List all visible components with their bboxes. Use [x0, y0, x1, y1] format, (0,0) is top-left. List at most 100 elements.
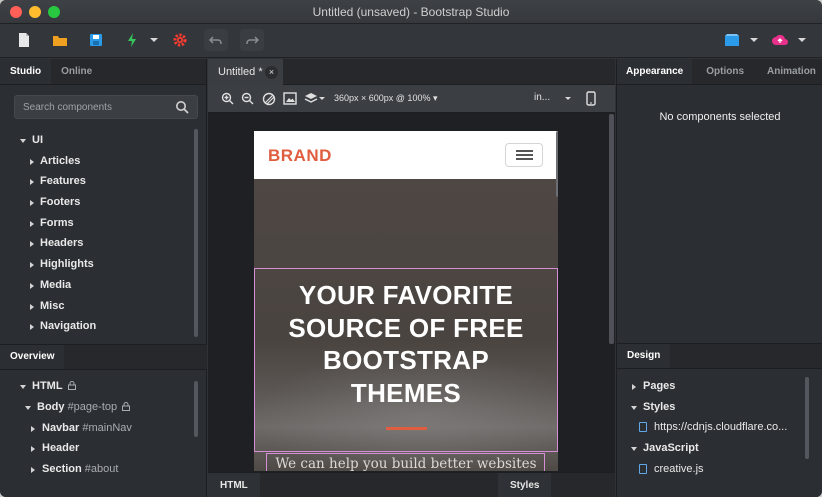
chevron-down-icon[interactable]	[798, 38, 806, 42]
tree-item-headers[interactable]: Headers	[0, 234, 196, 255]
tab-animation[interactable]: Animation	[753, 59, 822, 84]
hero-subtext[interactable]: We can help you build better websites	[254, 456, 558, 471]
design-header: Design	[617, 343, 822, 369]
search-placeholder: Search components	[23, 102, 112, 113]
overview-item-html[interactable]: HTML	[0, 377, 196, 398]
viewport-size-select[interactable]: 360px × 600px @ 100% ▾	[334, 93, 437, 104]
chevron-right-icon	[30, 241, 34, 248]
settings-icon	[173, 33, 187, 47]
tab-styles[interactable]: Styles	[498, 473, 552, 497]
chevron-right-icon	[30, 158, 34, 165]
overview-item-body[interactable]: Body #page-top	[0, 398, 196, 419]
document-tabs: Untitled * ×	[208, 59, 615, 85]
design-tree: Pages Styles https://cdnjs.cloudflare.co…	[617, 377, 813, 480]
chevron-down-icon	[20, 385, 26, 389]
components-tree: UI Articles Features Footers Forms Heade…	[0, 131, 196, 338]
tab-studio[interactable]: Studio	[0, 59, 52, 84]
design-item-styles[interactable]: Styles	[617, 398, 813, 419]
chevron-right-icon	[30, 303, 34, 310]
hero-header[interactable]: YOUR FAVORITE SOURCE OF FREE BOOTSTRAP T…	[254, 179, 558, 471]
chevron-down-icon[interactable]	[319, 97, 325, 100]
undo-icon	[209, 36, 222, 44]
insert-mode-select[interactable]: in...	[534, 92, 550, 103]
chevron-right-icon	[30, 324, 34, 331]
save-icon	[90, 34, 102, 46]
chevron-right-icon	[30, 179, 34, 186]
tree-item-features[interactable]: Features	[0, 172, 196, 193]
style-file-item[interactable]: https://cdnjs.cloudflare.co...	[617, 418, 813, 439]
tree-item-media[interactable]: Media	[0, 276, 196, 297]
panel-tabs: Studio Online	[0, 59, 206, 85]
layers-icon[interactable]	[304, 92, 318, 105]
zoom-in-icon[interactable]	[221, 92, 234, 105]
chevron-down-icon	[20, 139, 26, 143]
title-bar: Untitled (unsaved) - Bootstrap Studio	[0, 0, 822, 24]
tree-item-articles[interactable]: Articles	[0, 152, 196, 173]
settings-button[interactable]	[168, 29, 192, 51]
preview-lightning-icon	[128, 33, 136, 47]
components-panel: Studio Online Search components UI Artic…	[0, 59, 207, 497]
hero-divider	[386, 427, 427, 430]
open-button[interactable]	[48, 29, 72, 51]
reset-zoom-icon[interactable]	[262, 92, 276, 106]
chevron-right-icon	[30, 282, 34, 289]
window-title: Untitled (unsaved) - Bootstrap Studio	[312, 5, 510, 19]
chevron-right-icon	[31, 467, 35, 474]
tab-appearance[interactable]: Appearance	[617, 59, 693, 84]
tree-item-forms[interactable]: Forms	[0, 214, 196, 235]
hero-heading[interactable]: YOUR FAVORITE SOURCE OF FREE BOOTSTRAP T…	[254, 279, 558, 409]
tab-options[interactable]: Options	[692, 59, 753, 84]
main-toolbar	[0, 24, 822, 58]
lock-icon	[122, 401, 131, 411]
chevron-down-icon	[25, 405, 31, 410]
tab-online[interactable]: Online	[51, 59, 102, 84]
overview-scrollbar[interactable]	[194, 381, 198, 437]
page-preview[interactable]: BRAND YOUR FAVORITE SOURCE OF FREE BOOTS…	[254, 131, 558, 471]
tab-html[interactable]: HTML	[208, 473, 260, 497]
chevron-down-icon[interactable]	[150, 38, 158, 42]
overview-header: Overview	[0, 344, 207, 370]
canvas-toolbar: 360px × 600px @ 100% ▾ in...	[208, 85, 615, 113]
overview-item-navbar[interactable]: Navbar #mainNav	[0, 419, 196, 440]
tree-item-highlights[interactable]: Highlights	[0, 255, 196, 276]
design-item-javascript[interactable]: JavaScript	[617, 439, 813, 460]
navbar-toggle-button[interactable]	[505, 143, 543, 167]
brand-logo[interactable]: BRAND	[268, 146, 332, 166]
overview-item-header[interactable]: Header	[0, 439, 196, 460]
preview-button[interactable]	[120, 29, 144, 51]
save-button[interactable]	[84, 29, 108, 51]
image-frame-icon[interactable]	[283, 92, 297, 105]
tree-item-navigation[interactable]: Navigation	[0, 317, 196, 338]
lock-icon	[67, 381, 76, 390]
undo-button[interactable]	[204, 29, 228, 51]
close-icon[interactable]: ×	[265, 66, 278, 79]
tree-item-footers[interactable]: Footers	[0, 193, 196, 214]
mobile-device-icon[interactable]	[586, 91, 596, 106]
preview-navbar[interactable]: BRAND	[254, 131, 558, 179]
open-folder-icon	[53, 36, 67, 46]
tree-item-ui[interactable]: UI	[0, 131, 196, 152]
export-icon	[725, 34, 739, 46]
js-file-icon	[639, 463, 647, 474]
canvas-scrollbar[interactable]	[609, 114, 614, 344]
redo-button[interactable]	[240, 29, 264, 51]
export-button[interactable]	[720, 29, 744, 51]
search-components-input[interactable]: Search components	[14, 95, 198, 119]
tree-item-misc[interactable]: Misc	[0, 297, 196, 318]
overview-item-section[interactable]: Section #about	[0, 460, 196, 481]
zoom-out-icon[interactable]	[241, 92, 254, 105]
js-file-item[interactable]: creative.js	[617, 460, 813, 481]
tab-design[interactable]: Design	[617, 344, 671, 368]
properties-panel: Appearance Options Animation No componen…	[616, 59, 822, 497]
chevron-down-icon[interactable]	[750, 38, 758, 42]
new-file-button[interactable]	[12, 29, 36, 51]
chevron-down-icon[interactable]	[565, 97, 571, 100]
tab-untitled[interactable]: Untitled * ×	[208, 59, 283, 85]
chevron-right-icon	[632, 384, 636, 390]
tab-overview[interactable]: Overview	[0, 345, 65, 369]
page-scrollbar[interactable]	[556, 131, 558, 197]
components-scrollbar[interactable]	[194, 129, 198, 337]
design-scrollbar[interactable]	[805, 377, 809, 459]
publish-button[interactable]	[768, 29, 792, 51]
design-item-pages[interactable]: Pages	[617, 377, 813, 398]
